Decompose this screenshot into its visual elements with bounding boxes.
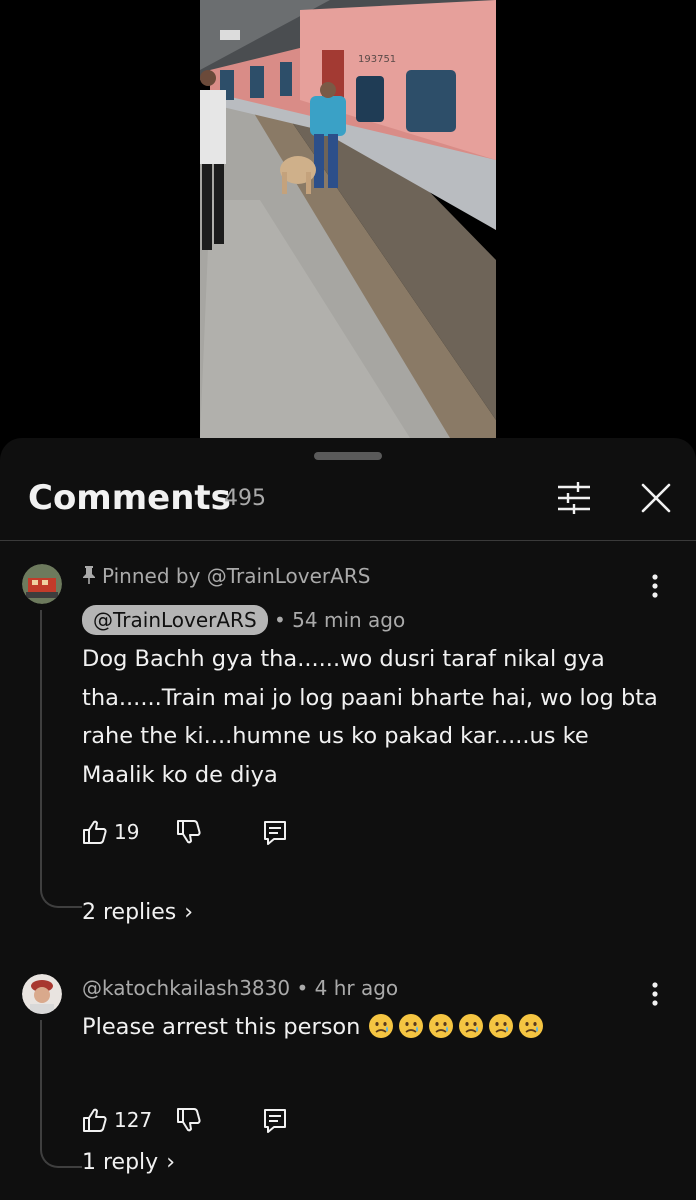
thread-line — [40, 610, 82, 908]
like-count: 127 — [114, 1108, 153, 1132]
comment-time: • 54 min ago — [274, 608, 406, 632]
replies-label: 2 replies — [82, 900, 177, 925]
chevron-right-icon: › — [184, 900, 194, 925]
avatar[interactable] — [22, 974, 62, 1014]
author-chip[interactable]: @TrainLoverARS — [82, 605, 268, 635]
sliders-icon[interactable] — [552, 476, 596, 520]
video-frame[interactable]: 193751 — [200, 0, 496, 438]
pinned-text: Pinned by @TrainLoverARS — [102, 564, 371, 588]
reply-button[interactable] — [262, 1104, 288, 1136]
more-options-icon[interactable] — [640, 976, 670, 1012]
crying-face-icon — [368, 1014, 393, 1038]
crying-face-icon — [458, 1014, 483, 1038]
close-icon[interactable] — [634, 476, 678, 520]
comment-reply-icon — [264, 1109, 286, 1133]
crying-emoji-row — [368, 1014, 548, 1040]
dislike-button[interactable] — [176, 1104, 202, 1136]
video-player[interactable]: 193751 — [0, 0, 696, 438]
comment-text-line: Please arrest this person — [82, 1008, 662, 1047]
comment-time: • 4 hr ago — [296, 976, 399, 1000]
header-divider — [0, 540, 696, 541]
replies-label: 1 reply — [82, 1150, 159, 1175]
thumbs-down-icon — [177, 820, 201, 844]
thumbs-up-icon — [83, 1108, 107, 1132]
pin-icon — [82, 562, 96, 590]
like-count: 19 — [114, 820, 140, 844]
view-replies-button[interactable]: 1 reply › — [82, 1148, 175, 1178]
comments-title: Comments — [28, 478, 231, 518]
like-button[interactable]: 127 — [82, 1104, 152, 1136]
comments-count: 495 — [224, 486, 266, 511]
crying-face-icon — [398, 1014, 423, 1038]
crying-face-icon — [518, 1014, 543, 1038]
comment-meta: @TrainLoverARS • 54 min ago — [82, 605, 405, 635]
comment-meta: @katochkailash3830 • 4 hr ago — [82, 973, 398, 1003]
comment-text: Dog Bachh gya tha......wo dusri taraf ni… — [82, 646, 658, 788]
comment-reply-icon — [264, 821, 286, 845]
crying-face-icon — [428, 1014, 453, 1038]
comments-header: Comments 495 — [0, 478, 696, 540]
chevron-right-icon: › — [166, 1150, 175, 1175]
comment-author[interactable]: @katochkailash3830 — [82, 976, 290, 1000]
crying-face-icon — [488, 1014, 513, 1038]
like-button[interactable]: 19 — [82, 816, 139, 848]
comment-text: Please arrest this person — [82, 1014, 361, 1040]
train-number-label: 193751 — [358, 54, 396, 65]
avatar[interactable] — [22, 564, 62, 604]
video-thumbnail: 193751 — [200, 0, 496, 438]
drag-handle[interactable] — [314, 452, 382, 460]
pinned-label: Pinned by @TrainLoverARS — [82, 562, 370, 590]
thumbs-up-icon — [83, 820, 107, 844]
reply-button[interactable] — [262, 816, 288, 848]
view-replies-button[interactable]: 2 replies › — [82, 898, 193, 928]
thumbs-down-icon — [177, 1108, 201, 1132]
more-options-icon[interactable] — [640, 568, 670, 604]
comments-panel: Comments 495 Pinned by @TrainLoverARS @T… — [0, 438, 696, 1200]
dislike-button[interactable] — [176, 816, 202, 848]
thread-line — [40, 1020, 82, 1168]
